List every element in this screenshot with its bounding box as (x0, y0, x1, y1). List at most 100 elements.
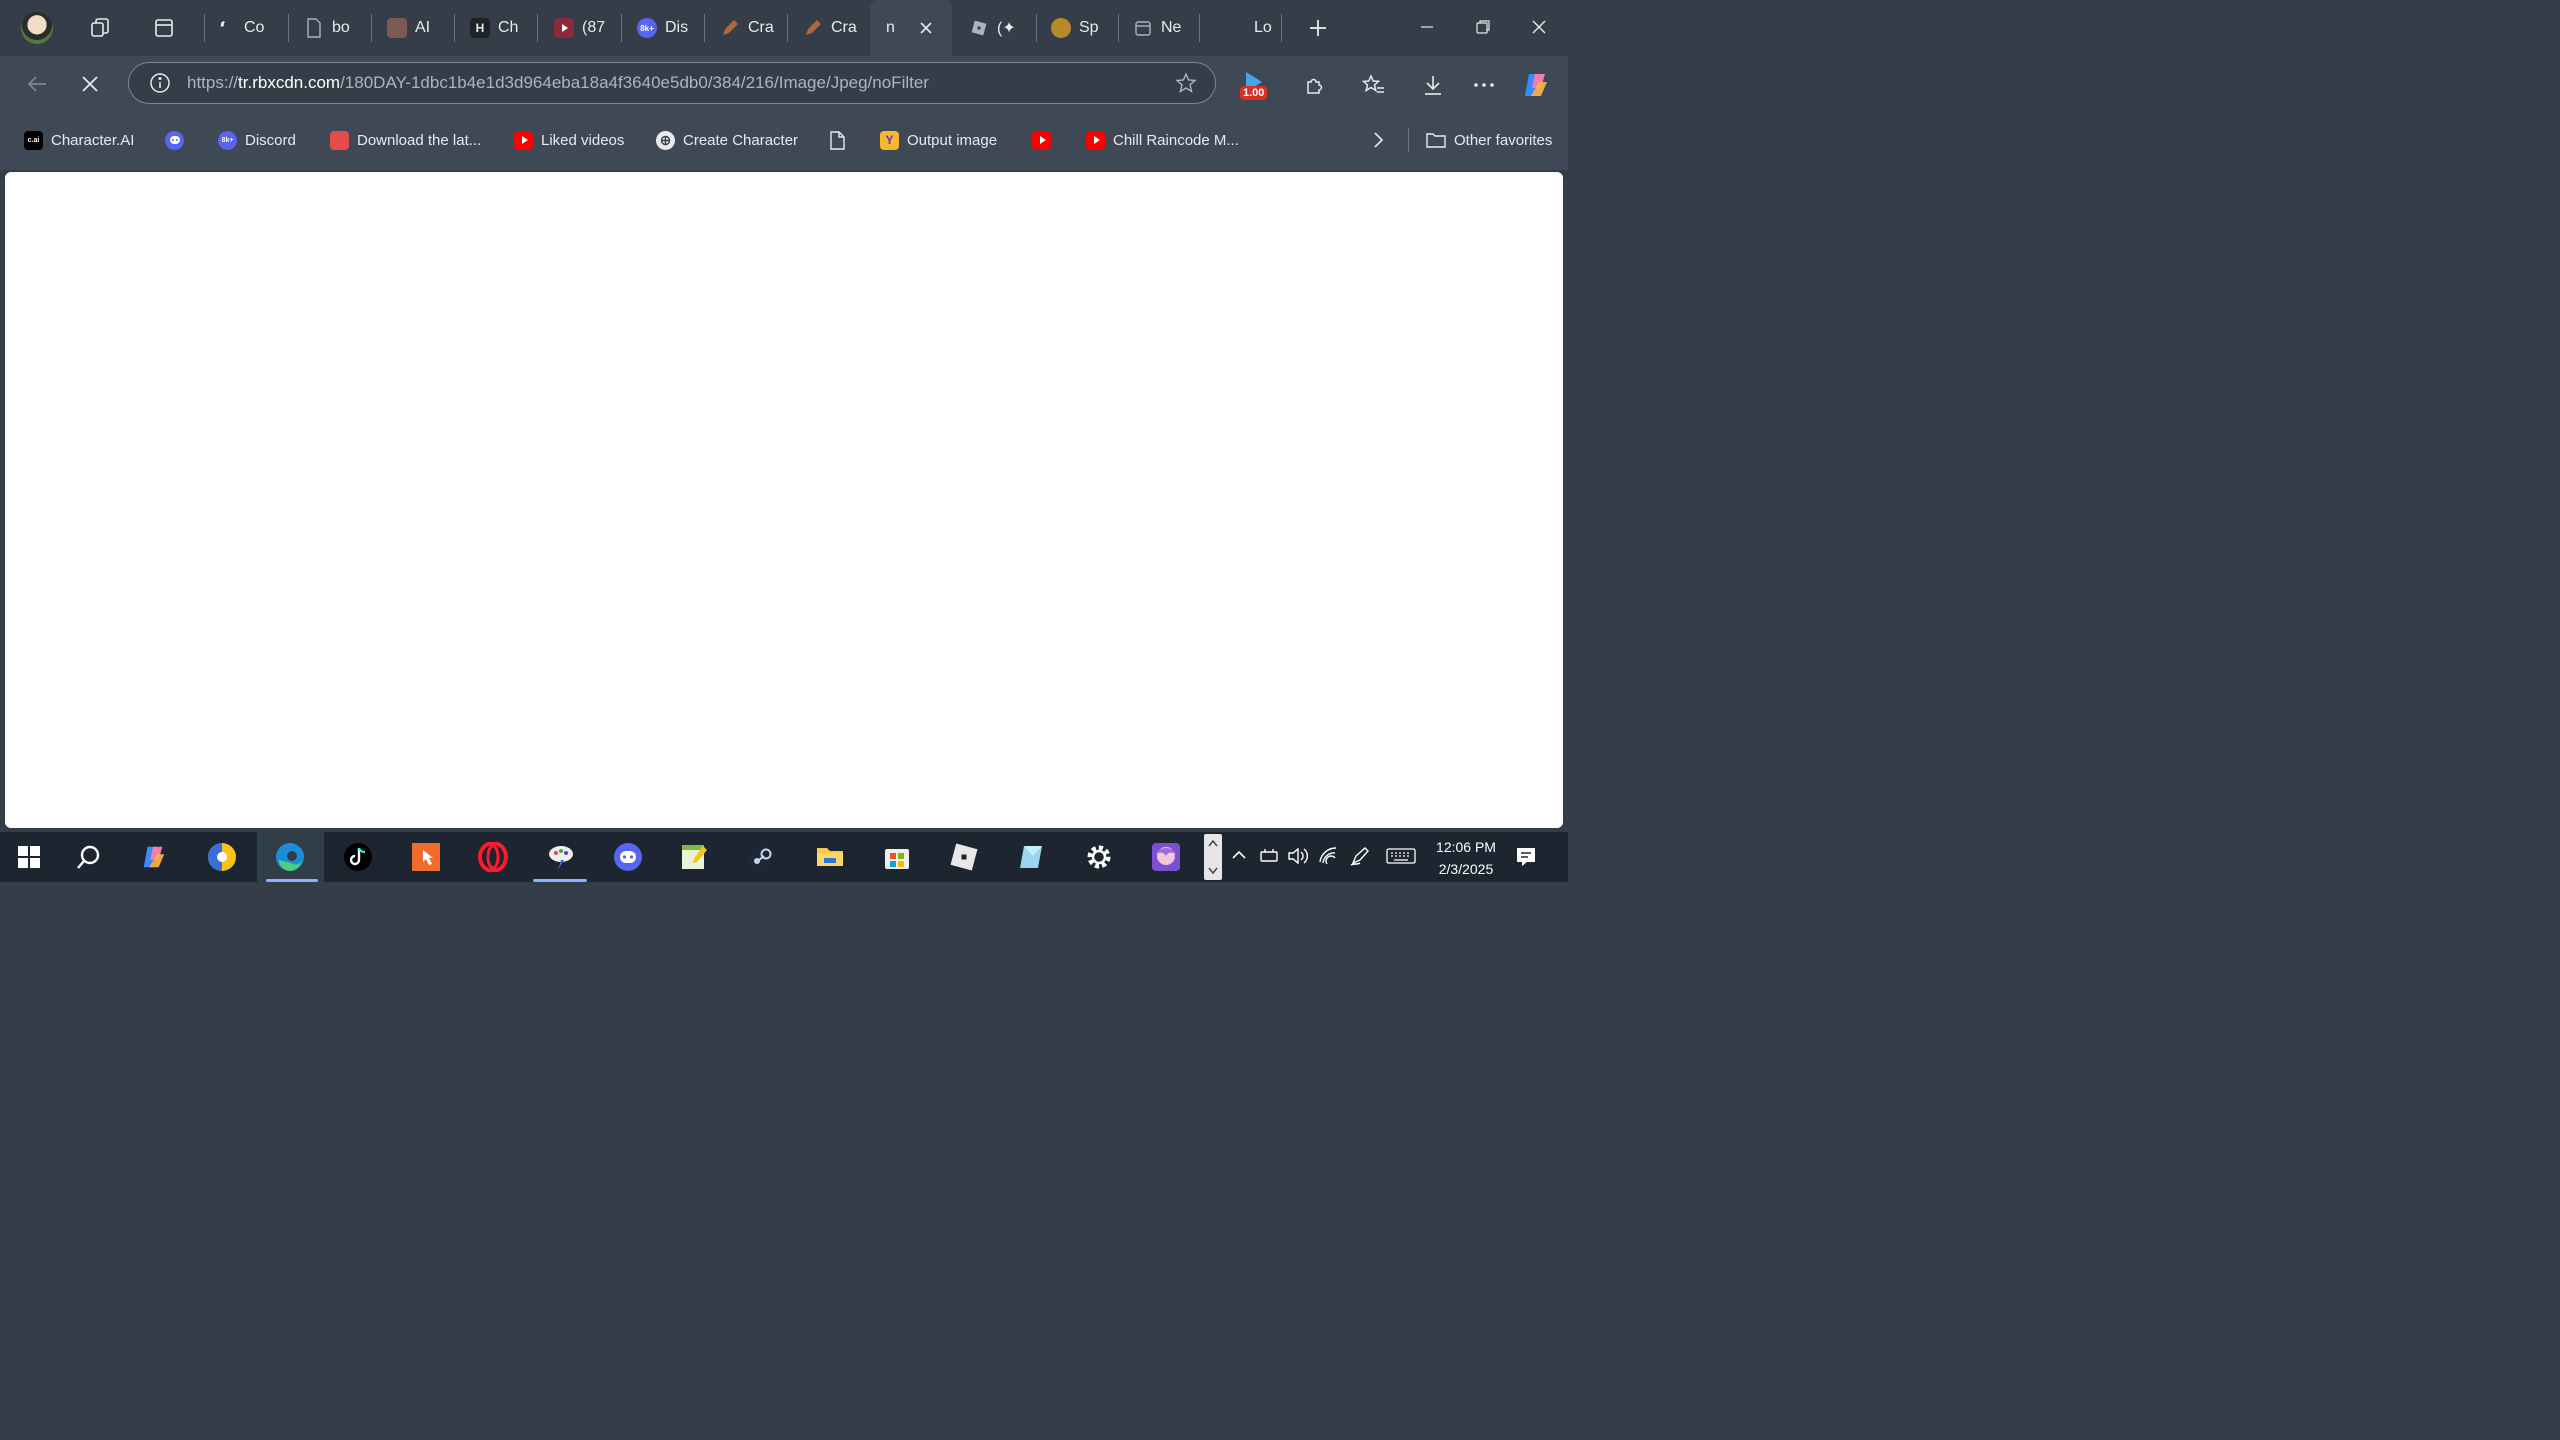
tab-7[interactable]: Cra (803, 12, 863, 44)
new-tab-button[interactable] (1304, 14, 1332, 42)
tab-separator (288, 14, 289, 42)
favorites-divider (1408, 128, 1409, 152)
favorite-label: Output image (907, 131, 998, 149)
back-button[interactable] (22, 69, 52, 99)
taskbar-overflow-scroller[interactable] (1204, 834, 1222, 880)
volume-icon[interactable] (1287, 846, 1309, 871)
store-icon (330, 130, 349, 150)
tab-10[interactable]: Sp (1051, 12, 1111, 44)
microsoft-store-icon[interactable] (880, 840, 914, 874)
favorite-character-ai[interactable]: c.ai Character.AI (24, 128, 134, 152)
openai-icon (656, 130, 675, 150)
tab-9[interactable]: (✦ (969, 12, 1029, 44)
settings-icon[interactable] (1082, 840, 1116, 874)
site-info-icon[interactable] (149, 72, 171, 99)
wifi-icon[interactable] (1318, 846, 1340, 871)
notepad-app-icon[interactable] (677, 840, 711, 874)
other-favorites[interactable]: Other favorites (1426, 128, 1552, 152)
copilot-icon[interactable] (137, 840, 171, 874)
tab-5[interactable]: 8k+ Dis (637, 12, 697, 44)
favorite-label: Chill Raincode M... (1113, 131, 1239, 149)
close-tab-icon[interactable] (919, 21, 933, 35)
close-window-button[interactable] (1524, 12, 1554, 42)
extension-badge[interactable]: 1.00 (1240, 68, 1272, 104)
system-clock[interactable]: 12:06 PM 2/3/2025 (1424, 836, 1508, 880)
url-host: tr.rbxcdn.com (238, 73, 341, 92)
chevron-up-icon[interactable] (1230, 846, 1248, 869)
tiktok-icon[interactable] (341, 840, 375, 874)
steam-icon[interactable] (745, 840, 779, 874)
url-text[interactable]: https://tr.rbxcdn.com/180DAY-1dbc1b4e1d3… (187, 73, 929, 93)
tab-title: Lo (1254, 19, 1272, 36)
calendar-icon (1133, 18, 1153, 38)
tab-actions-icon[interactable] (150, 14, 178, 42)
file-explorer-icon[interactable] (813, 840, 847, 874)
tab-strip: Co bo AI H Ch (87 8k+ Dis Cra Cra n (✦ S… (0, 0, 1568, 56)
chrome-dev-icon[interactable] (205, 840, 239, 874)
document-icon (304, 18, 324, 38)
discord-8k-icon: 8k+ (637, 18, 657, 38)
minimize-button[interactable] (1412, 12, 1442, 42)
tab-separator (1036, 14, 1037, 42)
favorite-document[interactable] (828, 128, 847, 152)
search-icon[interactable] (72, 840, 106, 874)
clock-date: 2/3/2025 (1438, 861, 1494, 877)
favorite-discord[interactable]: 8k+ Discord (218, 128, 296, 152)
start-icon[interactable] (12, 840, 46, 874)
tab-6[interactable]: Cra (720, 12, 780, 44)
downloads-icon[interactable] (1417, 69, 1449, 101)
tab-active[interactable]: n (870, 0, 952, 56)
tab-title: Cra (831, 19, 857, 36)
favorite-liked-videos[interactable]: Liked videos (514, 128, 624, 152)
youtube-icon (1032, 130, 1051, 150)
document-icon (828, 130, 847, 150)
favorite-youtube[interactable] (1032, 128, 1051, 152)
tab-11[interactable]: Ne (1133, 12, 1193, 44)
y-logo-icon: Y (880, 130, 899, 150)
tab-title: (87 (582, 19, 606, 36)
stop-loading-button[interactable] (75, 69, 105, 99)
favorite-chill-raincode[interactable]: Chill Raincode M... (1086, 128, 1239, 152)
copilot-icon[interactable] (1520, 69, 1552, 101)
youtube-icon (514, 130, 533, 150)
tab-2[interactable]: AI (387, 12, 447, 44)
profile-avatar[interactable] (21, 12, 53, 44)
tab-separator (204, 14, 205, 42)
anime-app-icon[interactable] (1149, 840, 1183, 874)
address-bar[interactable]: https://tr.rbxcdn.com/180DAY-1dbc1b4e1d3… (128, 62, 1216, 104)
tab-separator (537, 14, 538, 42)
extensions-icon[interactable] (1298, 69, 1330, 101)
favorites-overflow-chevron[interactable] (1372, 128, 1384, 152)
favorite-label: Download the lat... (357, 131, 482, 149)
battery-icon[interactable] (1258, 846, 1280, 871)
roblox-icon[interactable] (947, 840, 981, 874)
tab-1[interactable]: bo (304, 12, 364, 44)
favorite-download[interactable]: Download the lat... (330, 128, 481, 152)
favorite-output-image[interactable]: Y Output image (880, 128, 997, 152)
tab-12[interactable]: Lo (1254, 12, 1274, 44)
favorites-icon[interactable] (1358, 69, 1390, 101)
paint-app-icon[interactable] (544, 840, 578, 874)
restore-button[interactable] (1468, 12, 1498, 42)
favorite-label: Liked videos (541, 131, 625, 149)
discord-icon[interactable] (611, 840, 645, 874)
youtube-icon (554, 18, 574, 38)
edge-icon[interactable] (273, 840, 307, 874)
tab-separator (371, 14, 372, 42)
pen-icon[interactable] (1350, 846, 1372, 871)
more-menu-icon[interactable] (1468, 69, 1500, 101)
favorite-star-icon[interactable] (1175, 72, 1197, 99)
workspaces-icon[interactable] (86, 14, 114, 42)
keyboard-icon[interactable] (1386, 846, 1416, 871)
notification-icon[interactable] (1514, 845, 1538, 874)
clicker-app-icon[interactable] (409, 840, 443, 874)
roblox-studio-icon[interactable] (1014, 840, 1048, 874)
tab-title: Co (244, 19, 265, 36)
favorite-discord-icon-only[interactable] (165, 128, 184, 152)
favorite-create-character[interactable]: Create Character (656, 128, 798, 152)
tab-separator (1199, 14, 1200, 42)
tab-0[interactable]: Co (216, 12, 280, 44)
opera-icon[interactable] (476, 840, 510, 874)
tab-3[interactable]: H Ch (470, 12, 530, 44)
tab-4[interactable]: (87 (554, 12, 614, 44)
